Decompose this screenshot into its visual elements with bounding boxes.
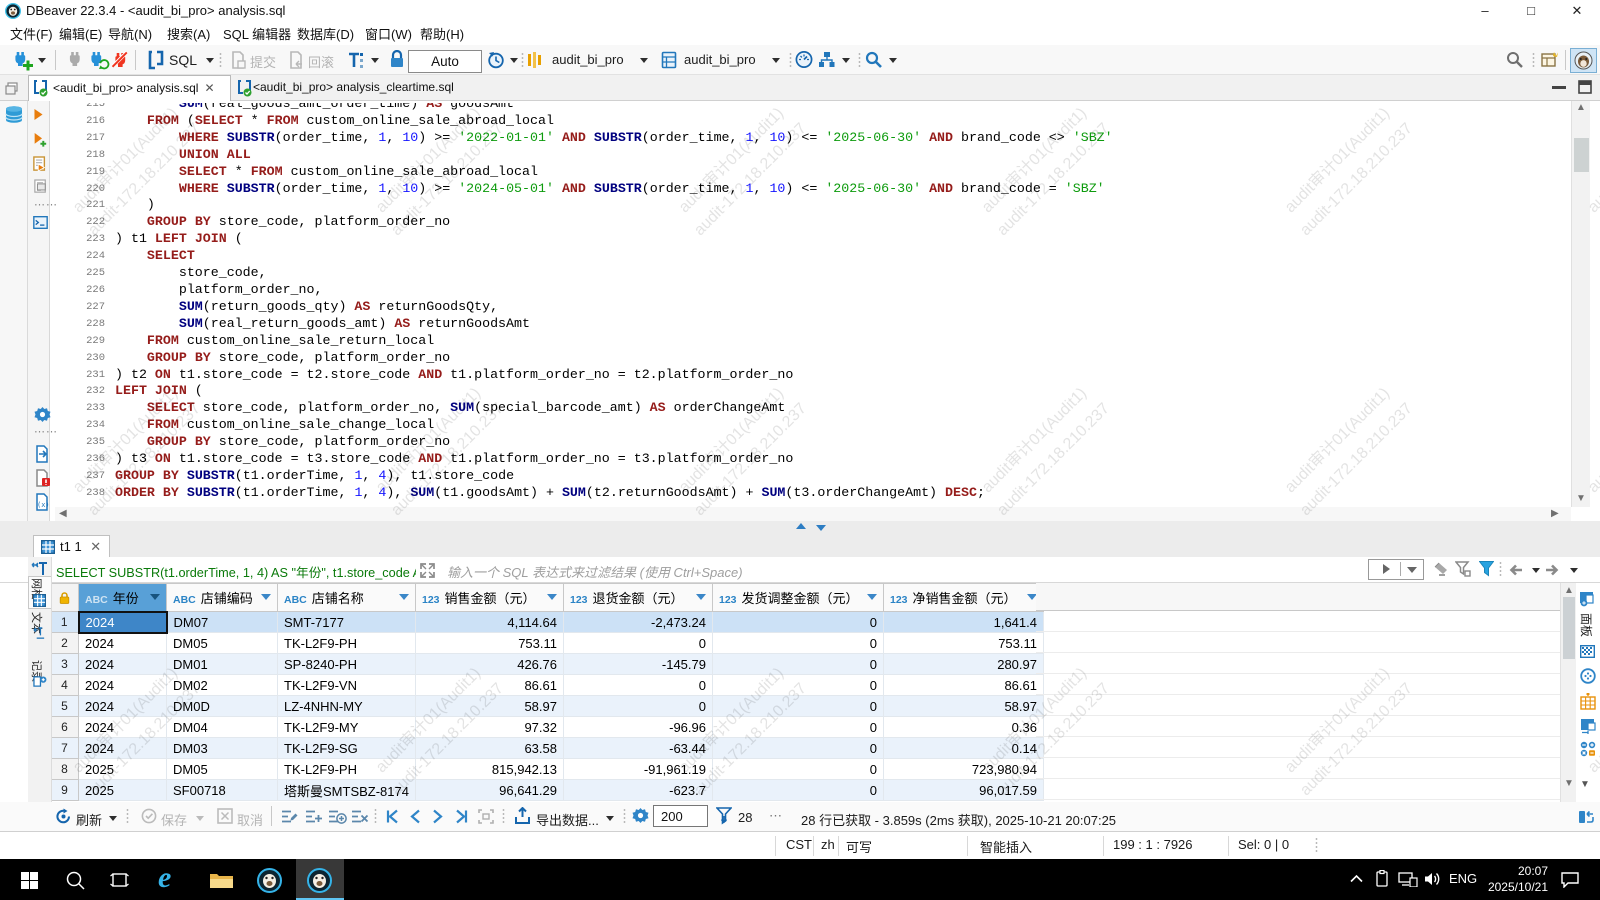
- svg-text:(x): (x): [37, 501, 50, 509]
